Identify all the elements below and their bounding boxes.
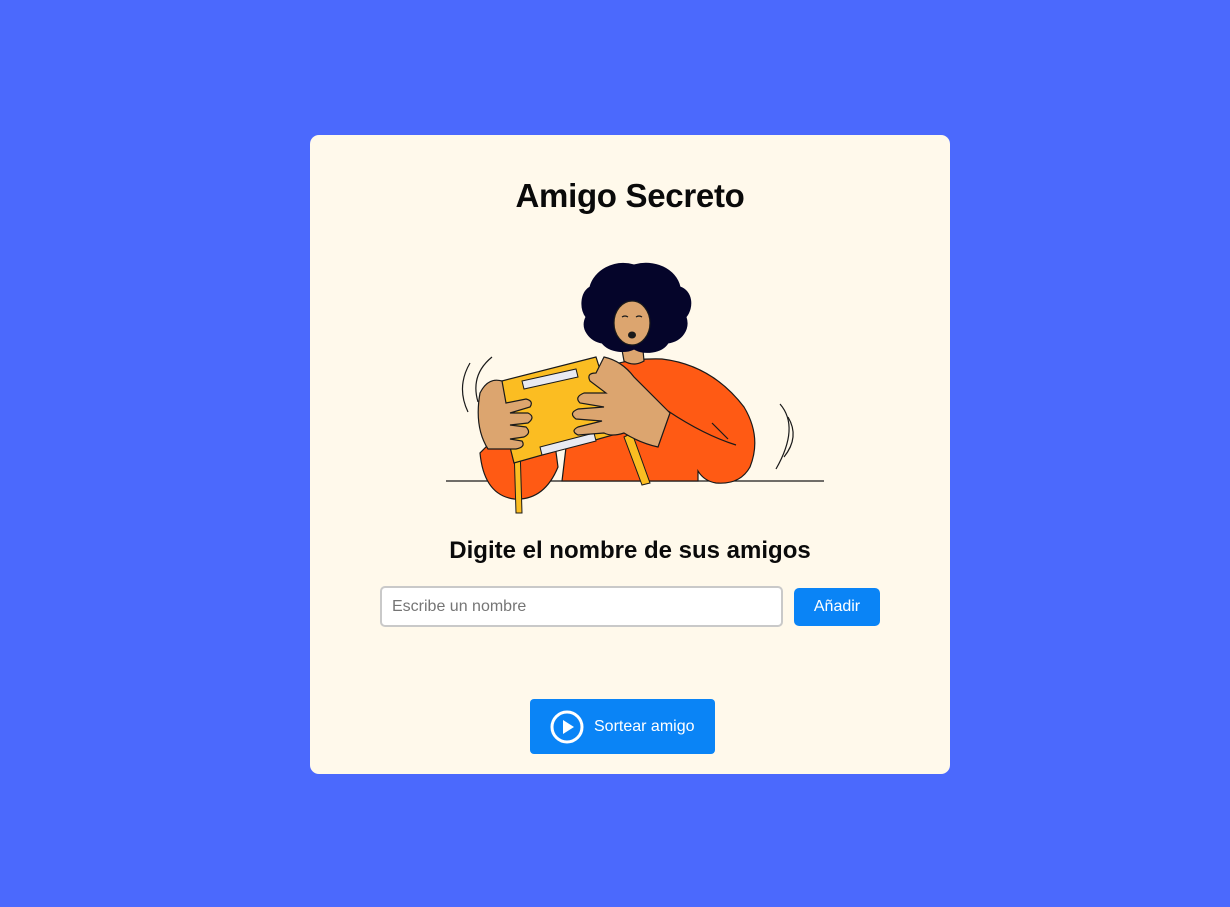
instructions-heading: Digite el nombre de sus amigos: [449, 537, 811, 564]
page-title: Amigo Secreto: [515, 177, 745, 214]
main-card: Amigo Secreto Digite el nombre de sus am…: [310, 135, 950, 774]
play-circle-icon: [550, 710, 584, 743]
draw-button-label: Sortear amigo: [594, 717, 695, 735]
friend-name-input[interactable]: [380, 586, 783, 627]
person-playing-console-illustration: [446, 262, 824, 514]
draw-friend-button[interactable]: Sortear amigo: [530, 699, 715, 754]
add-button[interactable]: Añadir: [794, 588, 880, 626]
